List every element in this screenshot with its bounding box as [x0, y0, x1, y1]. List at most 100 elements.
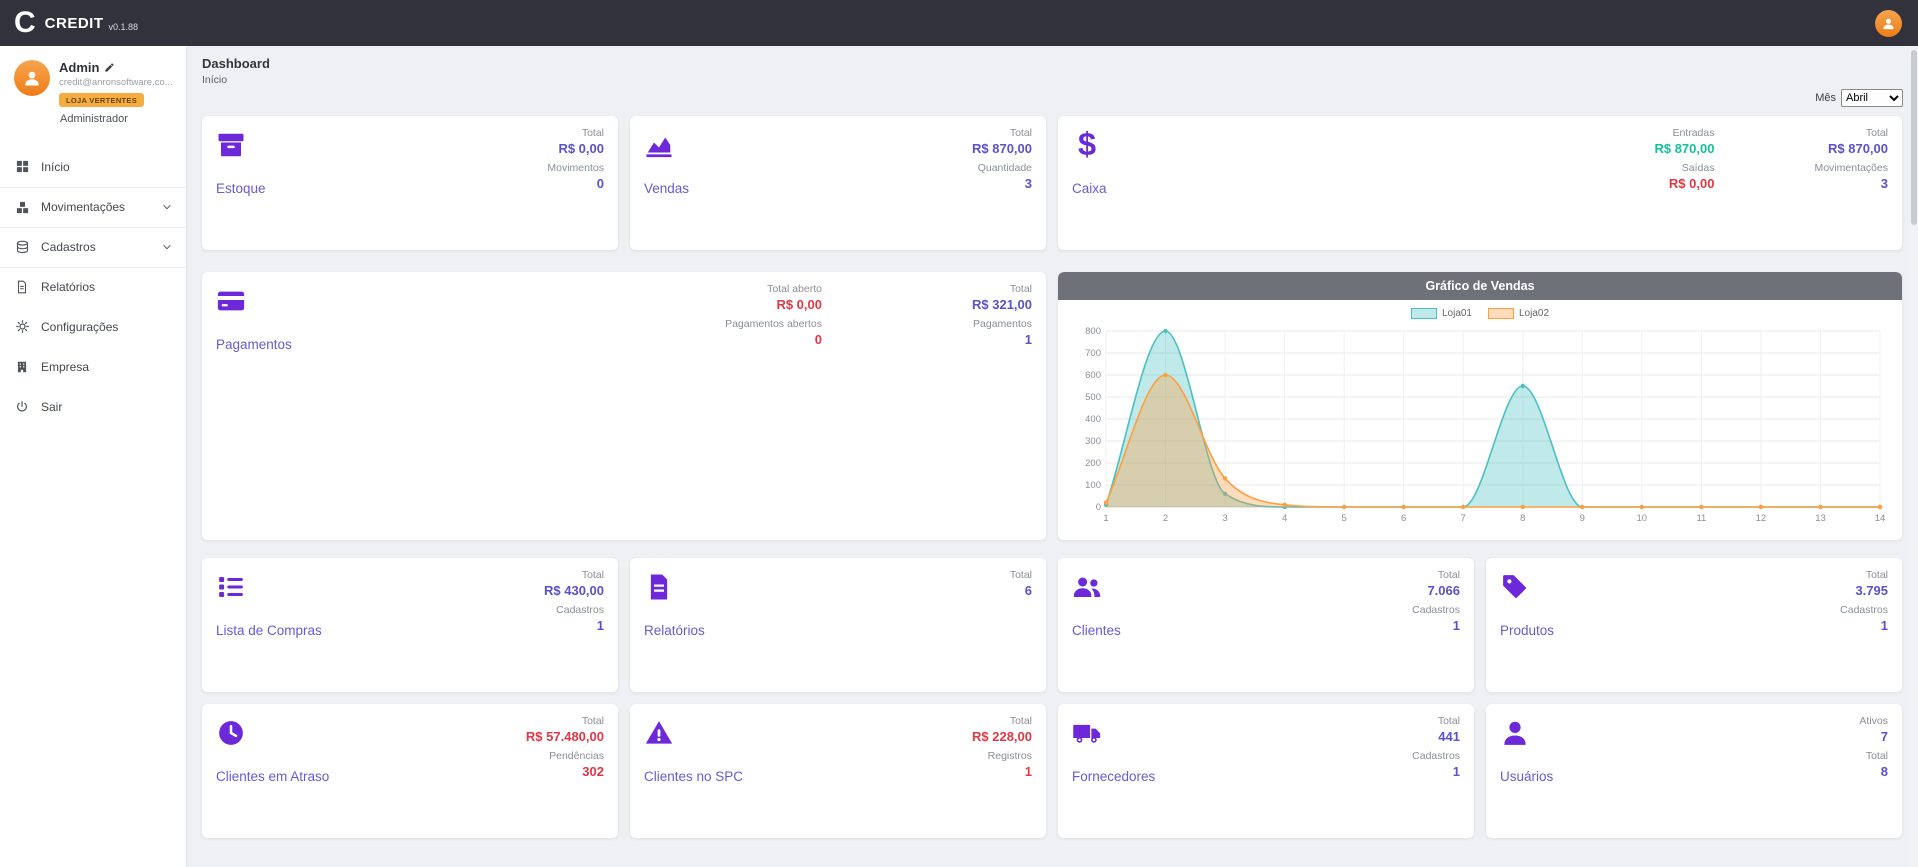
stat-value: 1: [972, 332, 1032, 347]
stat-label: Cadastros: [544, 604, 604, 616]
user-avatar-button[interactable]: [1875, 10, 1902, 37]
month-select[interactable]: Abril: [1841, 89, 1903, 107]
sidebar-item-relatorios[interactable]: Relatórios: [0, 267, 186, 307]
card-usuarios: Usuários Ativos 7 Total 8: [1486, 704, 1902, 838]
legend-label: Loja01: [1442, 308, 1472, 319]
svg-text:800: 800: [1085, 326, 1101, 337]
sidebar-item-inicio[interactable]: Início: [0, 147, 186, 187]
stat-label: Total: [1412, 569, 1460, 581]
sidebar-item-label: Cadastros: [41, 240, 96, 254]
svg-text:0: 0: [1096, 502, 1101, 513]
card-relatorios-title[interactable]: Relatórios: [644, 623, 705, 638]
stat-value: 1: [972, 764, 1032, 779]
edit-profile-button[interactable]: [104, 62, 115, 73]
svg-text:9: 9: [1580, 513, 1585, 524]
sidebar-item-configuracoes[interactable]: Configurações: [0, 307, 186, 347]
stat-label: Total: [1814, 127, 1888, 139]
sidebar-item-empresa[interactable]: Empresa: [0, 347, 186, 387]
users-icon: [1072, 571, 1106, 603]
stat-value: 1: [1840, 618, 1888, 633]
legend-label: Loja02: [1519, 308, 1549, 319]
grid-icon: [14, 159, 30, 174]
stat-value: R$ 0,00: [725, 297, 822, 312]
stat-label: Total: [972, 715, 1032, 727]
scrollbar-thumb[interactable]: [1911, 50, 1917, 225]
legend-item-loja02[interactable]: Loja02: [1488, 308, 1549, 319]
stat-label: Cadastros: [1412, 750, 1460, 762]
breadcrumb: Início: [202, 74, 1903, 86]
sidebar-item-movimentacoes[interactable]: Movimentações: [0, 187, 186, 227]
stat-label: Pagamentos: [972, 318, 1032, 330]
tag-icon: [1500, 571, 1534, 603]
card-usuarios-title[interactable]: Usuários: [1500, 769, 1553, 784]
boxes-icon: [14, 200, 30, 215]
svg-text:100: 100: [1085, 480, 1101, 491]
legend-item-loja01[interactable]: Loja01: [1411, 308, 1472, 319]
card-caixa-title[interactable]: Caixa: [1072, 181, 1107, 196]
profile-panel: Admin credit@anronsoftware.co... LOJA VE…: [0, 46, 186, 137]
sidebar-item-sair[interactable]: Sair: [0, 387, 186, 427]
stat-value: 3.795: [1840, 583, 1888, 598]
card-clientes: Clientes Total 7.066 Cadastros 1: [1058, 558, 1474, 692]
stat-value: 6: [1010, 583, 1032, 598]
card-clientes-title[interactable]: Clientes: [1072, 623, 1121, 638]
card-pagamentos: Pagamentos Total aberto R$ 0,00 Pagament…: [202, 272, 1046, 540]
sidebar-item-label: Movimentações: [41, 200, 125, 214]
chart-area-icon: [644, 129, 678, 161]
stat-label: Total: [1840, 569, 1888, 581]
stat-label: Movimentações: [1814, 162, 1888, 174]
store-badge: LOJA VERTENTES: [59, 93, 144, 107]
svg-text:700: 700: [1085, 348, 1101, 359]
stat-label: Total: [1412, 715, 1460, 727]
power-icon: [14, 400, 30, 414]
card-fornecedores-title[interactable]: Fornecedores: [1072, 769, 1155, 784]
card-vendas-title[interactable]: Vendas: [644, 181, 689, 196]
stat-label: Registros: [972, 750, 1032, 762]
stat-value: R$ 870,00: [1814, 141, 1888, 156]
list-icon: [216, 571, 250, 603]
stat-value: R$ 0,00: [547, 141, 604, 156]
chevron-down-icon: [162, 242, 172, 252]
sidebar-item-label: Empresa: [41, 360, 89, 374]
file-icon: [14, 280, 30, 294]
svg-text:14: 14: [1875, 513, 1886, 524]
stat-value: 1: [544, 618, 604, 633]
stat-label: Total: [1859, 750, 1888, 762]
building-icon: [14, 360, 30, 374]
truck-icon: [1072, 717, 1106, 749]
svg-text:2: 2: [1163, 513, 1168, 524]
svg-text:$: $: [1078, 130, 1096, 160]
user-icon: [1881, 16, 1896, 31]
card-pagamentos-title[interactable]: Pagamentos: [216, 337, 292, 352]
stat-value: R$ 228,00: [972, 729, 1032, 744]
stat-label: Saídas: [1654, 162, 1714, 174]
chevron-down-icon: [162, 202, 172, 212]
stat-label: Pendências: [526, 750, 604, 762]
clock-icon: [216, 717, 250, 749]
gear-icon: [14, 319, 30, 334]
card-clientes-spc-title[interactable]: Clientes no SPC: [644, 769, 743, 784]
card-estoque-title[interactable]: Estoque: [216, 181, 266, 196]
user-icon: [1500, 717, 1534, 749]
stat-value: R$ 870,00: [1654, 141, 1714, 156]
stat-label: Quantidade: [972, 162, 1032, 174]
card-clientes-atraso-title[interactable]: Clientes em Atraso: [216, 769, 329, 784]
main-content: Dashboard Início Mês Abril Estoque Total…: [186, 46, 1918, 867]
legend-swatch: [1488, 308, 1514, 319]
credit-card-icon: [216, 285, 250, 317]
app-name: CREDIT: [45, 15, 104, 32]
svg-text:600: 600: [1085, 370, 1101, 381]
card-clientes-atraso: Clientes em Atraso Total R$ 57.480,00 Pe…: [202, 704, 618, 838]
profile-role: Administrador: [60, 113, 174, 125]
card-lista-compras-title[interactable]: Lista de Compras: [216, 623, 322, 638]
stat-value: R$ 321,00: [972, 297, 1032, 312]
svg-text:300: 300: [1085, 436, 1101, 447]
card-produtos-title[interactable]: Produtos: [1500, 623, 1554, 638]
app-logo: C: [14, 6, 36, 40]
card-grafico-vendas: Gráfico de Vendas Loja01 Loja02 01002003…: [1058, 272, 1902, 540]
chart-legend: Loja01 Loja02: [1058, 308, 1902, 319]
sidebar: Admin credit@anronsoftware.co... LOJA VE…: [0, 46, 186, 867]
stat-value: 1: [1412, 618, 1460, 633]
svg-text:400: 400: [1085, 414, 1101, 425]
sidebar-item-cadastros[interactable]: Cadastros: [0, 227, 186, 267]
